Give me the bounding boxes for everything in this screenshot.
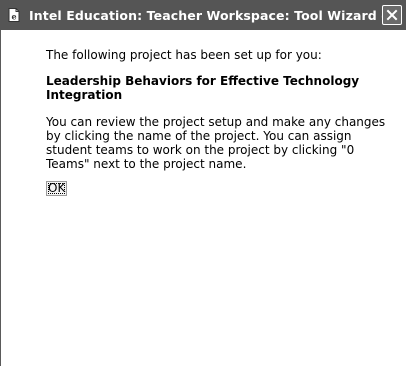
- intro-text: The following project has been set up fo…: [46, 48, 322, 62]
- project-name: Leadership Behaviors for Effective Techn…: [46, 74, 360, 102]
- svg-text:e: e: [11, 12, 16, 22]
- window-title: Intel Education: Teacher Workspace: Tool…: [29, 7, 382, 23]
- ie-page-icon: e: [5, 6, 23, 24]
- ok-button[interactable]: OK: [46, 181, 68, 196]
- window-border: [0, 30, 1, 366]
- close-icon: [386, 9, 398, 21]
- close-button[interactable]: [382, 5, 402, 25]
- title-bar: e Intel Education: Teacher Workspace: To…: [0, 0, 406, 30]
- dialog-content: The following project has been set up fo…: [46, 48, 386, 196]
- popup-window: e Intel Education: Teacher Workspace: To…: [0, 0, 406, 366]
- description-text: You can review the project setup and mak…: [46, 115, 386, 171]
